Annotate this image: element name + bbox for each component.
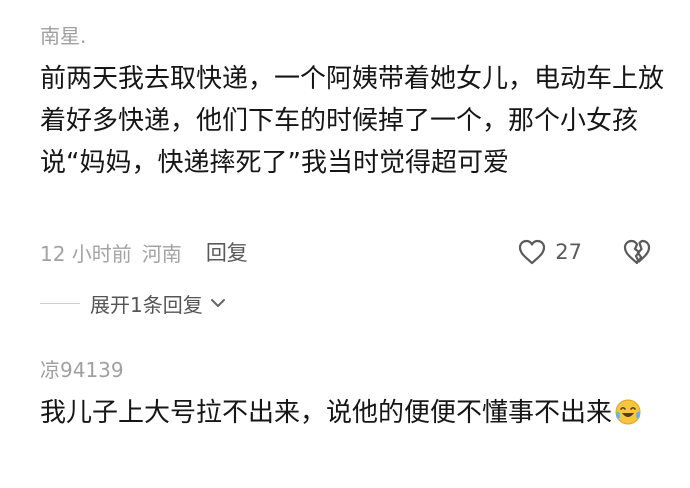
reply-button[interactable]: 回复 xyxy=(206,237,248,267)
comment-item: 南星. 前两天我去取快递，一个阿姨带着她女儿，电动车上放着好多快递，他们下车的时… xyxy=(40,24,670,184)
comment-location: 河南 xyxy=(141,241,182,266)
expand-replies-button[interactable]: 展开1条回复 xyxy=(40,288,227,318)
crying-laughing-emoji-icon xyxy=(615,399,641,425)
like-count: 27 xyxy=(555,240,582,264)
comment-time: 12 小时前 xyxy=(40,241,132,266)
chevron-down-icon xyxy=(210,299,225,307)
dislike-button[interactable] xyxy=(622,238,652,271)
comment-text-wrapper: 我儿子上大号拉不出来，说他的便便不懂事不出来 xyxy=(40,392,670,434)
comment-text[interactable]: 前两天我去取快递，一个阿姨带着她女儿，电动车上放着好多快递，他们下车的时候掉了一… xyxy=(40,58,670,184)
comment-text[interactable]: 我儿子上大号拉不出来，说他的便便不懂事不出来 xyxy=(40,398,612,428)
like-button[interactable]: 27 xyxy=(517,238,582,266)
divider-line xyxy=(40,302,80,304)
comment-item: 凉94139 我儿子上大号拉不出来，说他的便便不懂事不出来 xyxy=(40,358,670,434)
comment-username[interactable]: 凉94139 xyxy=(40,358,670,382)
comment-meta: 12 小时前 河南 回复 27 xyxy=(40,236,670,268)
comment-username[interactable]: 南星. xyxy=(40,24,670,48)
expand-replies-label: 展开1条回复 xyxy=(90,292,203,317)
broken-heart-icon xyxy=(623,239,651,265)
heart-icon xyxy=(519,239,546,265)
